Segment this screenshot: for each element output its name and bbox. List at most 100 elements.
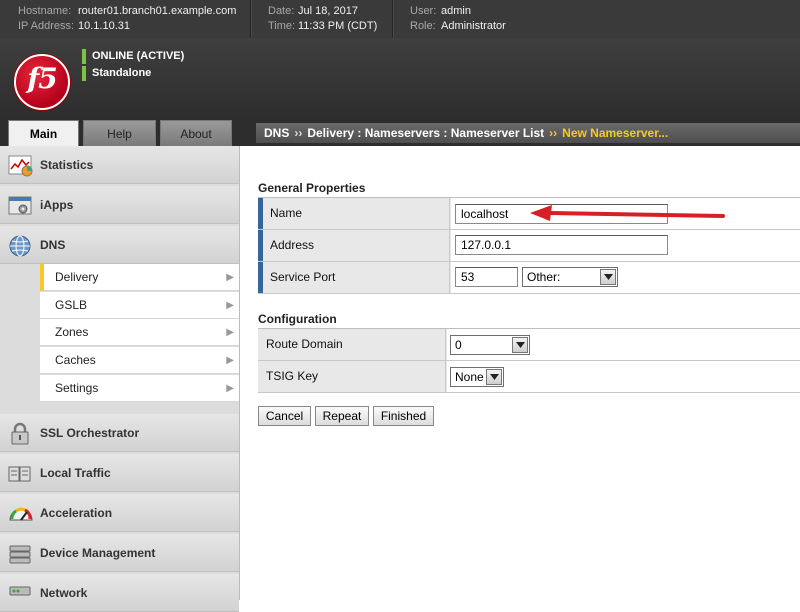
breadcrumb-dns[interactable]: DNS	[264, 126, 289, 140]
sidebar-subitem-zones[interactable]: Zones ▶	[40, 319, 239, 346]
time-value: 11:33 PM (CDT)	[298, 20, 378, 32]
datetime-info: Date: Jul 18, 2017 Time: 11:33 PM (CDT)	[268, 4, 377, 34]
date-value: Jul 18, 2017	[298, 5, 358, 17]
iapps-icon	[8, 194, 32, 216]
tsig-key-row: TSIG Key None	[258, 361, 800, 393]
status-online: ONLINE (ACTIVE)	[82, 49, 184, 64]
repeat-button[interactable]: Repeat	[315, 406, 369, 426]
service-port-input[interactable]	[455, 267, 518, 287]
user-info: User: admin Role: Administrator	[410, 4, 506, 34]
role-value: Administrator	[441, 20, 506, 32]
address-cell	[451, 230, 800, 261]
route-domain-select-value: 0	[455, 338, 462, 352]
tsig-key-select[interactable]: None	[450, 367, 504, 387]
sidebar-item-label: Device Management	[40, 546, 156, 560]
sidebar-item-local-traffic[interactable]: Local Traffic	[0, 454, 239, 492]
breadcrumb-separator: ››	[549, 126, 558, 140]
sidebar-item-acceleration[interactable]: Acceleration	[0, 494, 239, 532]
ip-value: 10.1.10.31	[78, 20, 130, 32]
configuration-heading: Configuration	[258, 312, 337, 326]
sidebar-item-iapps[interactable]: iApps	[0, 186, 239, 224]
sidebar-subitem-label: GSLB	[55, 298, 88, 312]
device-icon	[8, 542, 32, 564]
finished-button[interactable]: Finished	[373, 406, 434, 426]
sidebar-subitem-label: Settings	[55, 381, 99, 395]
sidebar-subitem-settings[interactable]: Settings ▶	[40, 375, 239, 402]
sidebar-item-dns[interactable]: DNS	[0, 226, 239, 264]
chevron-right-icon: ▶	[226, 383, 234, 394]
tsig-key-select-value: None	[455, 370, 484, 384]
route-domain-label: Route Domain	[258, 329, 446, 360]
sidebar-item-label: DNS	[40, 238, 66, 252]
breadcrumb-bar: DNS ›› Delivery : Nameservers : Nameserver…	[240, 120, 800, 146]
breadcrumb-current: New Nameserver...	[562, 126, 669, 140]
sidebar: Statistics iApps DNS Delivery ▶ GSLB ▶ Zon…	[0, 146, 240, 612]
address-label: Address	[258, 230, 450, 261]
logo-text: f5	[27, 62, 58, 95]
chevron-down-icon	[486, 369, 502, 385]
address-row: Address	[258, 230, 800, 262]
network-icon	[8, 582, 32, 604]
sidebar-subitem-label: Caches	[55, 353, 96, 367]
gauge-icon	[8, 502, 33, 524]
sidebar-item-network[interactable]: Network	[0, 574, 239, 612]
address-input[interactable]	[455, 235, 668, 255]
annotation-arrow	[530, 205, 725, 221]
tab-main[interactable]: Main	[8, 120, 79, 146]
lock-icon	[8, 422, 32, 445]
tsig-key-cell: None	[447, 361, 800, 392]
header-banner: f5 ONLINE (ACTIVE) Standalone	[0, 38, 800, 120]
user-label: User:	[410, 5, 437, 17]
cancel-button[interactable]: Cancel	[258, 406, 311, 426]
sidebar-item-label: Statistics	[40, 158, 94, 172]
main-tabs: Main Help About	[0, 120, 240, 146]
chevron-down-icon	[600, 269, 616, 285]
ip-label: IP Address:	[18, 20, 75, 32]
statistics-icon	[8, 154, 33, 177]
general-properties-heading: General Properties	[258, 181, 366, 195]
f5-logo[interactable]: f5	[14, 54, 70, 110]
service-port-cell: Other:	[451, 262, 800, 293]
sidebar-item-label: Local Traffic	[40, 466, 111, 480]
route-domain-row: Route Domain 0	[258, 329, 800, 361]
service-port-select-value: Other:	[527, 270, 561, 284]
date-label: Date:	[268, 5, 295, 17]
status-standalone: Standalone	[82, 66, 151, 81]
sidebar-subitem-label: Zones	[55, 325, 89, 339]
sidebar-subitem-delivery[interactable]: Delivery ▶	[40, 264, 239, 291]
route-domain-select[interactable]: 0	[450, 335, 530, 355]
sidebar-item-device-management[interactable]: Device Management	[0, 534, 239, 572]
dns-globe-icon	[8, 234, 32, 257]
chevron-right-icon: ▶	[226, 272, 234, 283]
topbar-divider	[392, 0, 394, 38]
role-label: Role:	[410, 20, 436, 32]
name-label: Name	[258, 198, 450, 229]
sidebar-subitem-caches[interactable]: Caches ▶	[40, 347, 239, 374]
breadcrumb-nameserver-list[interactable]: Delivery : Nameservers : Nameserver List	[307, 126, 544, 140]
chevron-right-icon: ▶	[226, 300, 234, 311]
sidebar-item-label: iApps	[40, 198, 74, 212]
time-label: Time:	[268, 20, 296, 32]
chevron-down-icon	[512, 337, 528, 353]
system-info-bar: Hostname: router01.branch01.example.com I…	[0, 0, 800, 38]
topbar-divider	[250, 0, 252, 38]
sidebar-subitem-gslb[interactable]: GSLB ▶	[40, 292, 239, 319]
tab-help[interactable]: Help	[83, 120, 156, 146]
tab-about[interactable]: About	[160, 120, 232, 146]
service-port-select[interactable]: Other:	[522, 267, 618, 287]
user-value: admin	[441, 5, 471, 17]
sidebar-item-label: SSL Orchestrator	[40, 426, 140, 440]
tsig-key-label: TSIG Key	[258, 361, 446, 392]
breadcrumb-separator: ››	[294, 126, 303, 140]
route-domain-cell: 0	[447, 329, 800, 360]
service-port-row: Service Port Other:	[258, 262, 800, 294]
sidebar-item-statistics[interactable]: Statistics	[0, 146, 239, 184]
service-port-label: Service Port	[258, 262, 450, 293]
chevron-right-icon: ▶	[226, 327, 234, 338]
local-traffic-icon	[8, 462, 32, 484]
hostname-label: Hostname:	[18, 5, 72, 17]
sidebar-item-label: Network	[40, 586, 88, 600]
sidebar-item-ssl-orchestrator[interactable]: SSL Orchestrator	[0, 414, 239, 452]
sidebar-item-label: Acceleration	[40, 506, 113, 520]
hostname-value: router01.branch01.example.com	[78, 5, 237, 17]
